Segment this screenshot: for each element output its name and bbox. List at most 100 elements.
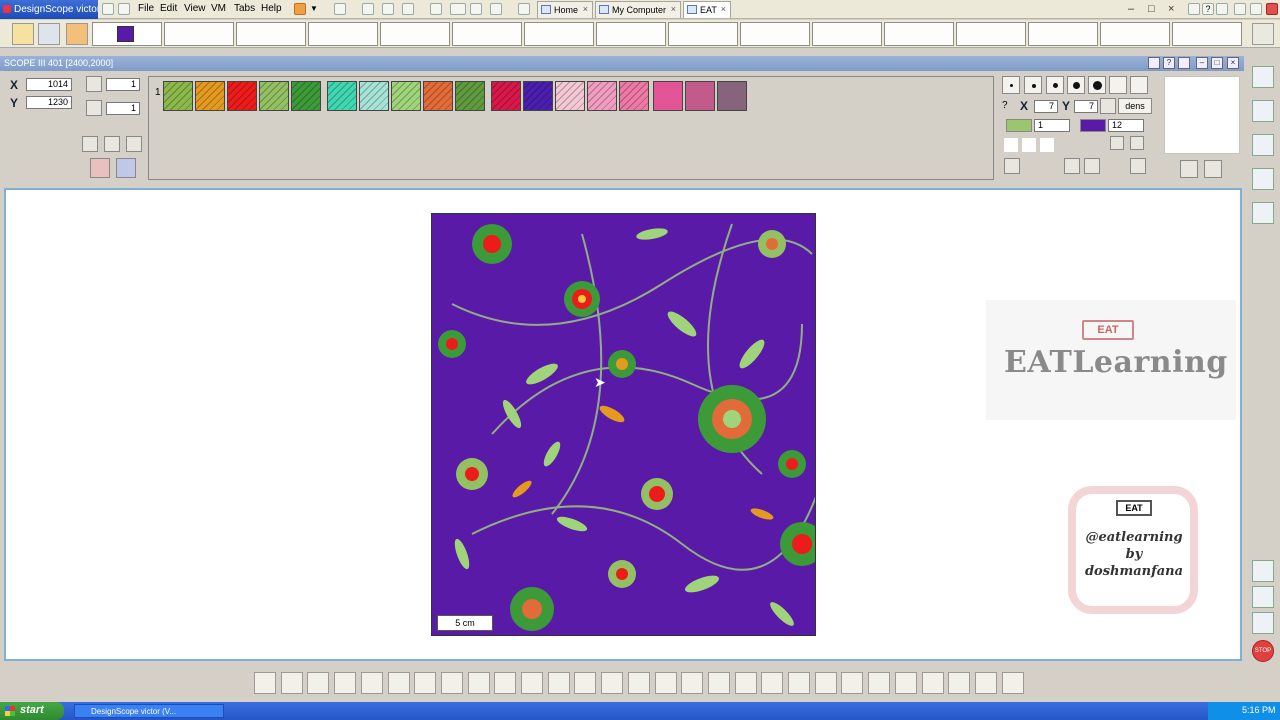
- blank-cell[interactable]: [1040, 138, 1054, 152]
- design-slot-12[interactable]: [884, 22, 954, 46]
- curve-icon[interactable]: [334, 672, 357, 694]
- design-slot-5[interactable]: [380, 22, 450, 46]
- color-swatch[interactable]: [555, 81, 585, 111]
- y-step-field[interactable]: 1: [106, 102, 140, 115]
- color-2-field[interactable]: 12: [1108, 119, 1144, 132]
- x-coordinate-field[interactable]: 1014: [26, 78, 72, 91]
- dot-size-3-button[interactable]: [1046, 76, 1064, 94]
- stack-icon[interactable]: [494, 672, 517, 694]
- page-icon[interactable]: [430, 3, 442, 15]
- menu-file[interactable]: File: [138, 3, 154, 14]
- tab-eat[interactable]: EAT ×: [683, 1, 731, 18]
- design-slot-15[interactable]: [1100, 22, 1170, 46]
- trash-icon[interactable]: [1252, 23, 1274, 45]
- color-swatch[interactable]: [391, 81, 421, 111]
- zoom-fit-icon[interactable]: [382, 3, 394, 15]
- bars-icon[interactable]: [1252, 100, 1274, 122]
- pin-icon[interactable]: [1188, 3, 1200, 15]
- color-swatch[interactable]: [195, 81, 225, 111]
- pattern-b-icon[interactable]: [894, 672, 917, 694]
- help-icon[interactable]: ?: [1163, 57, 1175, 69]
- close-icon[interactable]: ×: [1227, 57, 1239, 69]
- color-swatch[interactable]: [685, 81, 715, 111]
- color-swatch[interactable]: [291, 81, 321, 111]
- spiral-icon[interactable]: [360, 672, 383, 694]
- save-icon[interactable]: [118, 3, 130, 15]
- design-slot-13[interactable]: [956, 22, 1026, 46]
- menu-tabs[interactable]: Tabs: [234, 3, 255, 14]
- hand-tool-icon[interactable]: [1252, 66, 1274, 88]
- close-icon[interactable]: [1266, 3, 1278, 15]
- eyedropper-icon[interactable]: [1204, 160, 1222, 178]
- print-tool-icon[interactable]: [1252, 586, 1274, 608]
- zoom-out-icon[interactable]: [402, 3, 414, 15]
- color-swatch[interactable]: [523, 81, 553, 111]
- pen-tool-icon[interactable]: [254, 672, 276, 694]
- question-icon[interactable]: ?: [1002, 100, 1008, 111]
- minimize-icon[interactable]: [1234, 3, 1246, 15]
- yarn-icon[interactable]: [1004, 158, 1020, 174]
- maximize-button[interactable]: □: [1148, 3, 1155, 15]
- layers-icon[interactable]: [1252, 134, 1274, 156]
- pause-icon[interactable]: [294, 3, 306, 15]
- pen-icon[interactable]: [102, 3, 114, 15]
- mirror-icon[interactable]: [734, 672, 757, 694]
- design-slot-16[interactable]: [1172, 22, 1242, 46]
- transfer-icon[interactable]: [814, 672, 837, 694]
- page-icon[interactable]: [387, 672, 410, 694]
- color-1-field[interactable]: 1: [1034, 119, 1070, 132]
- grid-image-icon[interactable]: [521, 672, 543, 694]
- panel-icon[interactable]: [450, 3, 466, 15]
- dot-size-4-button[interactable]: [1067, 76, 1085, 94]
- grid-select-icon[interactable]: [116, 158, 136, 178]
- rotate-icon[interactable]: [1110, 136, 1124, 150]
- close-icon[interactable]: ×: [583, 4, 588, 14]
- close-icon[interactable]: ×: [721, 4, 726, 14]
- color-swatch[interactable]: [653, 81, 683, 111]
- restore-icon[interactable]: □: [1211, 57, 1223, 69]
- brush-icon[interactable]: [1130, 76, 1148, 94]
- columns-1-icon[interactable]: [440, 672, 463, 694]
- pattern-c-icon[interactable]: [948, 672, 971, 694]
- dropdown-arrow-icon[interactable]: ▼: [310, 4, 318, 13]
- menu-vm[interactable]: VM: [211, 3, 226, 14]
- layout-icon[interactable]: [1148, 57, 1160, 69]
- resize-icon[interactable]: [1130, 158, 1146, 174]
- color-swatch[interactable]: [163, 81, 193, 111]
- dots-pattern-icon[interactable]: [681, 672, 704, 694]
- tools-icon[interactable]: [1178, 57, 1190, 69]
- color-swatch[interactable]: [491, 81, 521, 111]
- design-slot-11[interactable]: [812, 22, 882, 46]
- brush-tool-2-icon[interactable]: [104, 136, 120, 152]
- color-1-swatch[interactable]: [1006, 119, 1032, 132]
- color-2-swatch[interactable]: [1080, 119, 1106, 132]
- target-icon[interactable]: [1100, 98, 1116, 114]
- minimize-icon[interactable]: –: [1196, 57, 1208, 69]
- menu-help[interactable]: Help: [261, 3, 282, 14]
- fullscreen-icon[interactable]: [470, 3, 482, 15]
- stop-icon[interactable]: STOP: [1252, 640, 1274, 662]
- brush-tool-icon[interactable]: [82, 136, 98, 152]
- columns-2-icon[interactable]: [467, 672, 490, 694]
- design-slot-1[interactable]: [92, 22, 162, 46]
- undo-icon[interactable]: [1064, 158, 1080, 174]
- help-icon[interactable]: ?: [1202, 3, 1214, 15]
- color-grid-icon[interactable]: [307, 672, 330, 694]
- color-swatch[interactable]: [587, 81, 617, 111]
- tab-my-computer[interactable]: My Computer ×: [595, 1, 681, 18]
- color-swatch[interactable]: [259, 81, 289, 111]
- color-swatch[interactable]: [327, 81, 357, 111]
- print-grid-icon[interactable]: [841, 672, 864, 694]
- design-slot-2[interactable]: [164, 22, 234, 46]
- settings-tool-icon[interactable]: [1180, 160, 1198, 178]
- color-swatch[interactable]: [619, 81, 649, 111]
- dot-size-2-button[interactable]: [1024, 76, 1042, 94]
- pencil-icon[interactable]: [1109, 76, 1127, 94]
- rainbow-icon[interactable]: [280, 672, 303, 694]
- color-swatch[interactable]: [359, 81, 389, 111]
- stripes-icon[interactable]: [761, 672, 784, 694]
- cross-arrows-icon[interactable]: [574, 672, 597, 694]
- design-slot-10[interactable]: [740, 22, 810, 46]
- blank-cell[interactable]: [1004, 138, 1018, 152]
- design-slot-6[interactable]: [452, 22, 522, 46]
